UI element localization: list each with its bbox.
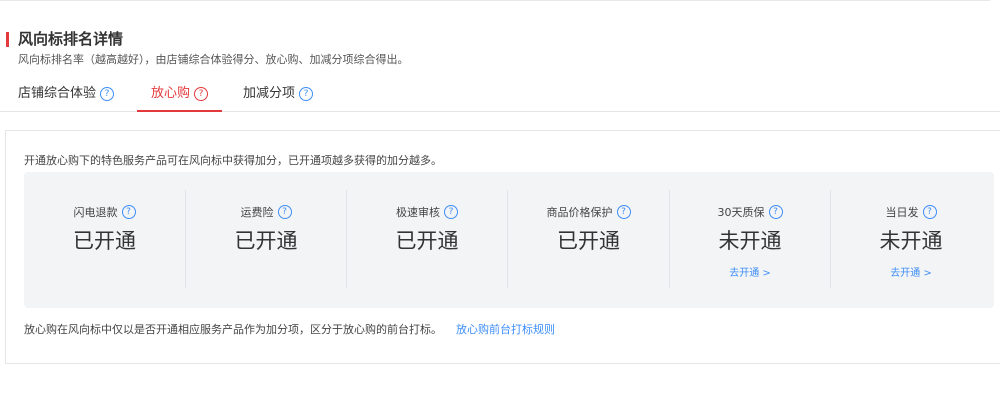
page-subtitle: 风向标排名率（越高越好），由店铺综合体验得分、放心购、加减分项综合得出。	[18, 53, 409, 66]
services-grid: 闪电退款 ? 已开通 运费险 ? 已开通 极速审核 ? 已开通 商品价格保护 ?…	[24, 172, 994, 308]
service-status: 已开通	[557, 229, 620, 253]
service-name-row: 极速审核 ?	[347, 204, 507, 220]
tab-label: 放心购	[151, 86, 191, 101]
question-circle-icon[interactable]: ?	[100, 87, 115, 101]
tab-bonus-penalty[interactable]: 加减分项 ?	[243, 84, 314, 111]
service-name: 30天质保	[717, 206, 765, 219]
service-name: 运费险	[240, 206, 274, 219]
tab-label: 店铺综合体验	[18, 86, 97, 101]
service-name-row: 当日发 ?	[831, 204, 991, 220]
service-name-row: 30天质保 ?	[670, 204, 830, 220]
service-name-row: 闪电退款 ?	[24, 204, 185, 220]
service-card: 闪电退款 ? 已开通	[24, 172, 185, 308]
tab-bar: 店铺综合体验 ? 放心购 ? 加减分项 ?	[0, 84, 1000, 112]
page: 风向标排名详情 风向标排名率（越高越好），由店铺综合体验得分、放心购、加减分项综…	[0, 0, 1000, 400]
tab-label: 加减分项	[243, 86, 296, 101]
frontend-tag-rules-link[interactable]: 放心购前台打标规则	[456, 321, 555, 337]
service-status: 未开通	[718, 229, 782, 253]
question-circle-icon[interactable]: ?	[194, 87, 209, 101]
service-name: 闪电退款	[73, 206, 118, 219]
panel-footer: 放心购在风向标中仅以是否开通相应服务产品作为加分项，区分于放心购的前台打标。 放…	[24, 321, 555, 337]
activate-link[interactable]: 去开通 >	[831, 264, 991, 279]
activate-link[interactable]: 去开通 >	[670, 264, 830, 279]
question-circle-icon[interactable]: ?	[299, 87, 314, 101]
service-status: 已开通	[234, 229, 298, 253]
question-circle-icon[interactable]: ?	[277, 205, 292, 219]
service-name: 商品价格保护	[546, 206, 613, 219]
top-divider	[0, 0, 990, 1]
question-circle-icon[interactable]: ?	[616, 205, 631, 219]
assurance-panel: 开通放心购下的特色服务产品可在风向标中获得加分，已开通项越多获得的加分越多。 闪…	[5, 130, 1000, 364]
service-name-row: 商品价格保护 ?	[508, 204, 669, 220]
service-card: 极速审核 ? 已开通	[347, 172, 507, 308]
service-name: 当日发	[885, 206, 919, 219]
page-title: 风向标排名详情	[18, 30, 124, 48]
panel-description: 开通放心购下的特色服务产品可在风向标中获得加分，已开通项越多获得的加分越多。	[24, 154, 442, 167]
service-status: 已开通	[395, 229, 459, 253]
question-circle-icon[interactable]: ?	[121, 205, 136, 219]
service-name: 极速审核	[396, 206, 440, 219]
title-accent-bar	[6, 31, 9, 47]
service-card: 商品价格保护 ? 已开通	[508, 172, 669, 308]
title-row: 风向标排名详情	[6, 30, 409, 48]
tab-store-experience[interactable]: 店铺综合体验 ?	[18, 84, 115, 111]
question-circle-icon[interactable]: ?	[922, 205, 937, 219]
service-name-row: 运费险 ?	[186, 204, 346, 220]
question-circle-icon[interactable]: ?	[768, 205, 783, 219]
service-card: 当日发 ? 未开通 去开通 >	[831, 172, 991, 308]
service-card: 运费险 ? 已开通	[186, 172, 346, 308]
footer-note: 放心购在风向标中仅以是否开通相应服务产品作为加分项，区分于放心购的前台打标。	[24, 323, 442, 336]
question-circle-icon[interactable]: ?	[444, 205, 458, 219]
service-status: 未开通	[879, 229, 943, 253]
page-header: 风向标排名详情 风向标排名率（越高越好），由店铺综合体验得分、放心购、加减分项综…	[6, 30, 409, 67]
service-status: 已开通	[73, 229, 136, 253]
service-card: 30天质保 ? 未开通 去开通 >	[670, 172, 830, 308]
tab-assurance[interactable]: 放心购 ?	[136, 84, 223, 112]
